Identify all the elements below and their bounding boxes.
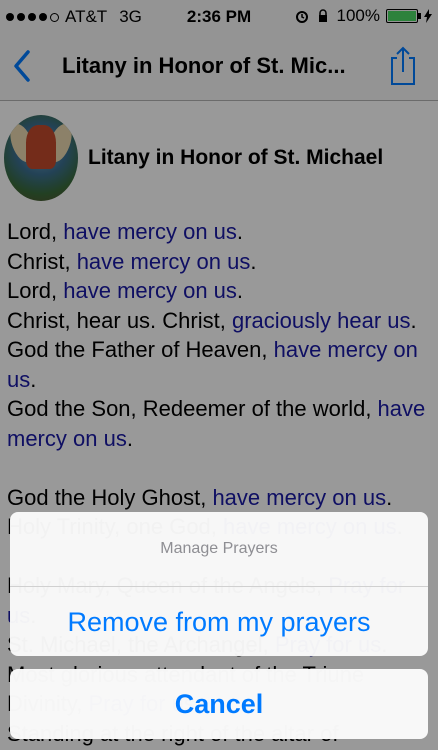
action-sheet-title: Manage Prayers [10,512,428,587]
remove-from-prayers-button[interactable]: Remove from my prayers [10,587,428,656]
cancel-button[interactable]: Cancel [10,669,428,739]
action-sheet: Manage Prayers Remove from my prayers [10,512,428,656]
